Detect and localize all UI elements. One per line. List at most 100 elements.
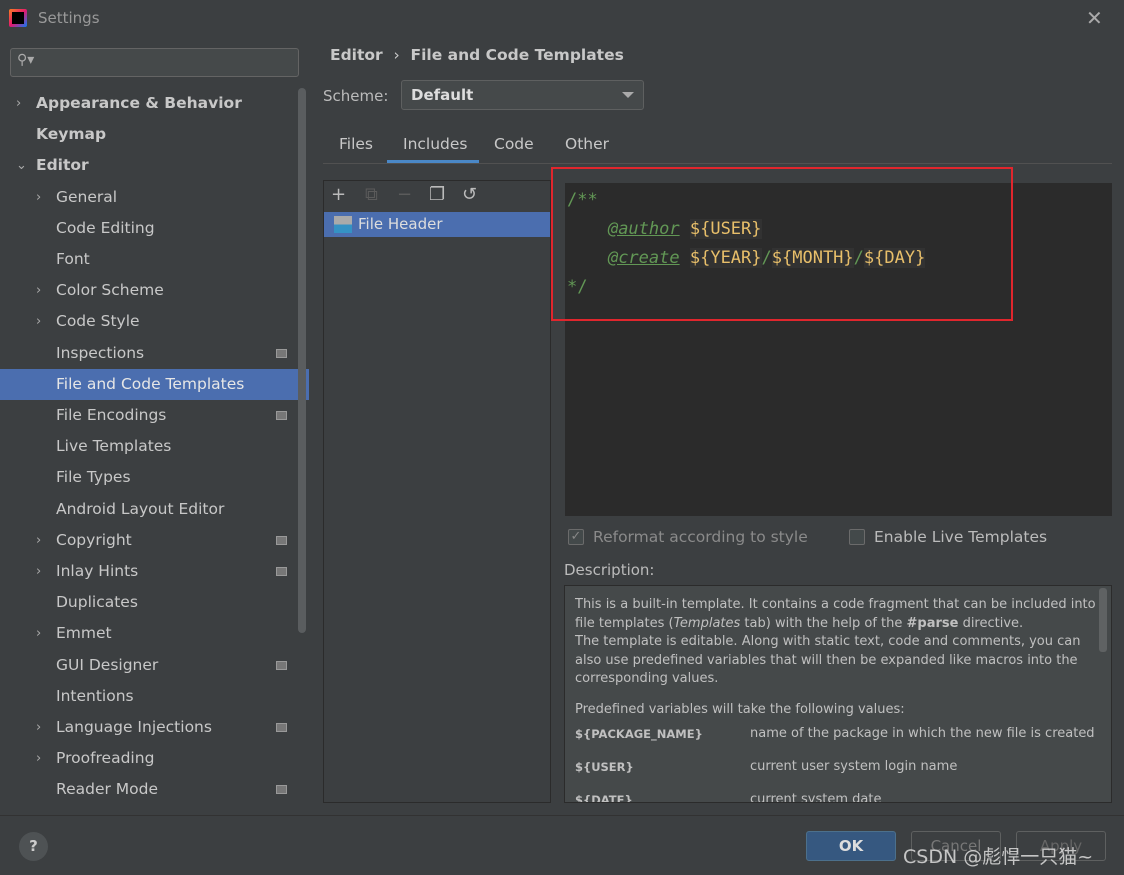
- description-scrollbar[interactable]: [1099, 588, 1107, 652]
- chevron-right-icon[interactable]: ›: [16, 88, 21, 119]
- sidebar-item-label: Color Scheme: [56, 281, 164, 300]
- chevron-right-icon[interactable]: ›: [36, 712, 41, 743]
- sidebar-item-appearance-behavior[interactable]: › Appearance & Behavior: [0, 88, 309, 119]
- add-child-icon[interactable]: ⧉: [365, 184, 378, 205]
- intellij-logo-icon: [9, 9, 27, 27]
- remove-icon[interactable]: −: [397, 184, 412, 205]
- scheme-label: Scheme:: [323, 87, 389, 105]
- description-text: Predefined variables will take the follo…: [575, 701, 905, 717]
- sidebar-item-duplicates[interactable]: Duplicates: [0, 587, 309, 618]
- reformat-label: Reformat according to style: [593, 528, 808, 546]
- live-templates-checkbox[interactable]: [849, 529, 865, 545]
- sidebar-item-label: Appearance & Behavior: [36, 94, 242, 112]
- project-settings-icon: [276, 785, 287, 795]
- sidebar-item-inlay-hints[interactable]: › Inlay Hints: [0, 556, 309, 587]
- sidebar-item-editor[interactable]: ⌄ Editor: [0, 150, 309, 181]
- project-settings-icon: [276, 660, 287, 670]
- chevron-right-icon[interactable]: ›: [36, 743, 41, 774]
- sidebar-item-keymap[interactable]: Keymap: [0, 119, 309, 150]
- sidebar-item-label: File Encodings: [56, 406, 167, 424]
- breadcrumb-parent[interactable]: Editor: [330, 46, 383, 64]
- description-text: The template is editable. Along with sta…: [575, 634, 1081, 686]
- sidebar-item-label: Emmet: [56, 624, 112, 643]
- reset-icon[interactable]: ↺: [462, 184, 477, 205]
- project-settings-icon: [276, 567, 287, 576]
- live-templates-label: Enable Live Templates: [874, 528, 1048, 546]
- sidebar-scrollbar[interactable]: [298, 88, 306, 633]
- footer-divider: [0, 815, 1124, 816]
- sidebar-item-label: Intentions: [56, 686, 134, 705]
- sidebar-item-label: Font: [56, 250, 90, 268]
- ok-button[interactable]: OK: [806, 831, 896, 861]
- project-settings-icon: [276, 348, 287, 358]
- breadcrumb: Editor › File and Code Templates: [330, 46, 624, 64]
- chevron-down-icon[interactable]: ⌄: [16, 150, 27, 181]
- settings-search-input[interactable]: ⚲▾: [10, 48, 299, 77]
- java-file-icon: [334, 216, 352, 233]
- scheme-dropdown[interactable]: Default: [401, 80, 644, 110]
- sidebar-item-code-editing[interactable]: Code Editing: [0, 213, 309, 244]
- sidebar-item-label: Proofreading: [56, 749, 155, 768]
- sidebar-item-inspections[interactable]: Inspections: [0, 338, 309, 369]
- tab-divider: [323, 163, 1112, 164]
- sidebar-item-font[interactable]: Font: [0, 244, 309, 275]
- sidebar-item-intentions[interactable]: Intentions: [0, 681, 309, 712]
- sidebar-item-label: Code Editing: [56, 218, 155, 237]
- chevron-right-icon[interactable]: ›: [36, 525, 41, 556]
- reformat-checkbox[interactable]: ✓: [568, 529, 584, 545]
- highlight-annotation-box: [551, 167, 1013, 321]
- chevron-right-icon[interactable]: ›: [36, 556, 41, 587]
- chevron-down-icon: [622, 92, 634, 98]
- sidebar-item-code-style[interactable]: › Code Style: [0, 306, 309, 337]
- chevron-right-icon[interactable]: ›: [36, 182, 41, 213]
- sidebar-item-label: Live Templates: [56, 437, 172, 456]
- chevron-right-icon[interactable]: ›: [36, 275, 41, 306]
- project-settings-icon: [276, 723, 287, 732]
- tab-files[interactable]: Files: [339, 135, 373, 153]
- sidebar-item-copyright[interactable]: › Copyright: [0, 525, 309, 556]
- project-settings-icon: [276, 535, 287, 545]
- sidebar-item-label: Code Style: [56, 312, 140, 331]
- sidebar-item-language-injections[interactable]: › Language Injections: [0, 712, 309, 743]
- list-item-label: File Header: [358, 215, 443, 233]
- window-title: Settings: [38, 9, 100, 27]
- sidebar-item-label: Inspections: [56, 343, 145, 362]
- sidebar-item-reader-mode[interactable]: Reader Mode: [0, 774, 309, 805]
- scheme-value: Default: [411, 86, 474, 104]
- sidebar-item-color-scheme[interactable]: › Color Scheme: [0, 275, 309, 306]
- sidebar-item-label: Duplicates: [56, 593, 138, 612]
- sidebar-item-general[interactable]: › General: [0, 182, 309, 213]
- sidebar-item-label: Keymap: [36, 125, 107, 144]
- sidebar-item-label: Inlay Hints: [56, 562, 139, 580]
- sidebar-item-file-and-code-templates[interactable]: File and Code Templates: [0, 368, 309, 400]
- tab-other[interactable]: Other: [565, 135, 609, 153]
- breadcrumb-current: File and Code Templates: [410, 46, 624, 64]
- sidebar-item-live-templates[interactable]: Live Templates: [0, 431, 309, 462]
- sidebar-item-file-types[interactable]: File Types: [0, 462, 309, 493]
- sidebar-item-gui-designer[interactable]: GUI Designer: [0, 650, 309, 681]
- close-icon[interactable]: ✕: [1086, 6, 1103, 30]
- sidebar-item-proofreading[interactable]: › Proofreading: [0, 743, 309, 774]
- variables-table: ${PACKAGE_NAME} name of the package in wh…: [575, 726, 1095, 803]
- template-list: [323, 180, 551, 803]
- sidebar-item-android-layout-editor[interactable]: Android Layout Editor: [0, 494, 309, 525]
- sidebar-item-label: Reader Mode: [56, 780, 159, 799]
- sidebar-item-label: File and Code Templates: [56, 374, 245, 393]
- copy-icon[interactable]: ❐: [429, 184, 445, 205]
- title-bar: Settings ✕: [0, 0, 1124, 36]
- sidebar-item-emmet[interactable]: › Emmet: [0, 618, 309, 649]
- chevron-right-icon[interactable]: ›: [36, 306, 41, 337]
- description-label: Description:: [564, 561, 655, 579]
- watermark: CSDN @彪悍一只猫~: [903, 846, 1094, 868]
- sidebar-item-label: Android Layout Editor: [56, 499, 225, 518]
- chevron-right-icon[interactable]: ›: [36, 618, 41, 649]
- help-button[interactable]: ?: [19, 832, 48, 861]
- sidebar-item-label: Editor: [36, 156, 89, 175]
- tab-code[interactable]: Code: [494, 135, 534, 153]
- sidebar-item-file-encodings[interactable]: File Encodings: [0, 400, 309, 431]
- search-icon: ⚲▾: [17, 52, 35, 68]
- sidebar-item-label: Language Injections: [56, 718, 212, 736]
- add-icon[interactable]: +: [331, 184, 346, 205]
- tab-includes[interactable]: Includes: [403, 135, 468, 153]
- sidebar-item-label: File Types: [56, 468, 131, 487]
